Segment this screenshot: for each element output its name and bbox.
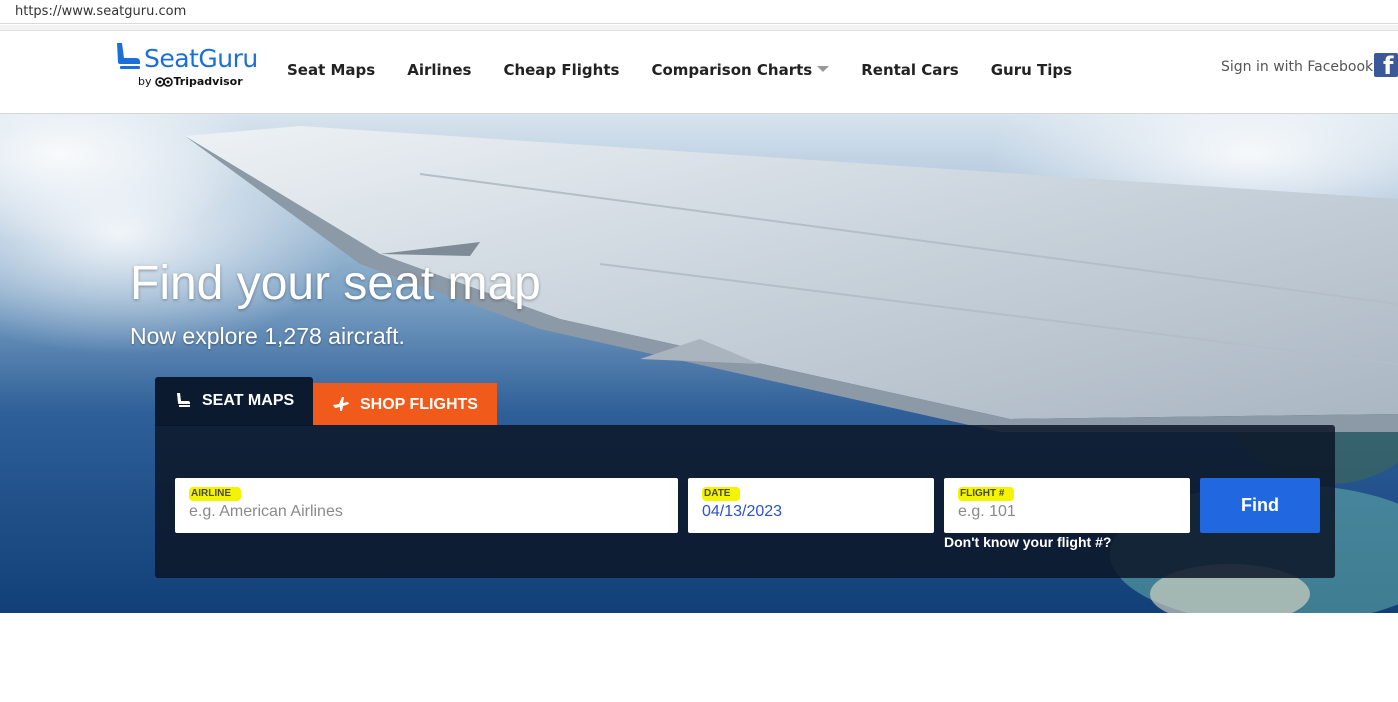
find-button[interactable]: Find (1200, 478, 1320, 533)
nav-comparison-charts-label: Comparison Charts (651, 61, 813, 79)
nav-comparison-charts[interactable]: Comparison Charts (651, 61, 830, 79)
date-label: DATE (702, 487, 741, 501)
facebook-icon[interactable]: f (1374, 53, 1398, 77)
airline-field[interactable]: AIRLINE (175, 478, 678, 533)
logo-byline: by Tripadvisor (138, 75, 243, 88)
main-nav: Seat Maps Airlines Cheap Flights Compari… (287, 59, 1104, 81)
tab-seat-maps-label: SEAT MAPS (202, 392, 295, 409)
nav-rental-cars[interactable]: Rental Cars (861, 61, 959, 79)
logo-by: by (138, 75, 152, 88)
signin-facebook-link[interactable]: Sign in with Facebook (1221, 59, 1373, 75)
chevron-down-icon (817, 66, 830, 72)
site-header: SeatGuru by Tripadvisor Seat Maps Airline… (0, 31, 1398, 114)
nav-cheap-flights[interactable]: Cheap Flights (503, 61, 619, 79)
hero-banner: Find your seat map Now explore 1,278 air… (0, 114, 1398, 613)
flight-number-input[interactable] (958, 503, 1168, 521)
nav-guru-tips[interactable]: Guru Tips (991, 61, 1072, 79)
tab-seat-maps[interactable]: SEAT MAPS (155, 377, 313, 426)
airplane-icon (333, 397, 349, 411)
facebook-glyph: f (1383, 53, 1394, 77)
seatguru-logo[interactable]: SeatGuru by Tripadvisor (114, 42, 258, 92)
airline-label: AIRLINE (189, 487, 241, 501)
date-field[interactable]: DATE (688, 478, 934, 533)
tab-shop-flights[interactable]: SHOP FLIGHTS (313, 383, 497, 425)
hero-subtitle: Now explore 1,278 aircraft. (130, 323, 405, 349)
nav-airlines[interactable]: Airlines (407, 61, 471, 79)
airline-input[interactable] (189, 503, 617, 521)
tripadvisor-owl-icon (154, 77, 173, 87)
date-input[interactable] (702, 503, 912, 521)
hero-title: Find your seat map (130, 257, 541, 310)
address-bar[interactable]: https://www.seatguru.com (0, 0, 1398, 24)
search-panel: AIRLINE DATE FLIGHT # Don't know your fl… (155, 425, 1335, 578)
nav-seat-maps[interactable]: Seat Maps (287, 61, 375, 79)
seat-icon (117, 43, 140, 69)
flight-number-field[interactable]: FLIGHT # (944, 478, 1190, 533)
url-text: https://www.seatguru.com (15, 4, 187, 19)
logo-brand: Tripadvisor (173, 75, 243, 88)
tab-shop-flights-label: SHOP FLIGHTS (360, 396, 478, 413)
seat-icon (177, 393, 190, 407)
flight-number-label: FLIGHT # (958, 487, 1015, 501)
dont-know-flight-link[interactable]: Don't know your flight #? (944, 534, 1111, 550)
logo-wordmark: SeatGuru (144, 44, 258, 73)
